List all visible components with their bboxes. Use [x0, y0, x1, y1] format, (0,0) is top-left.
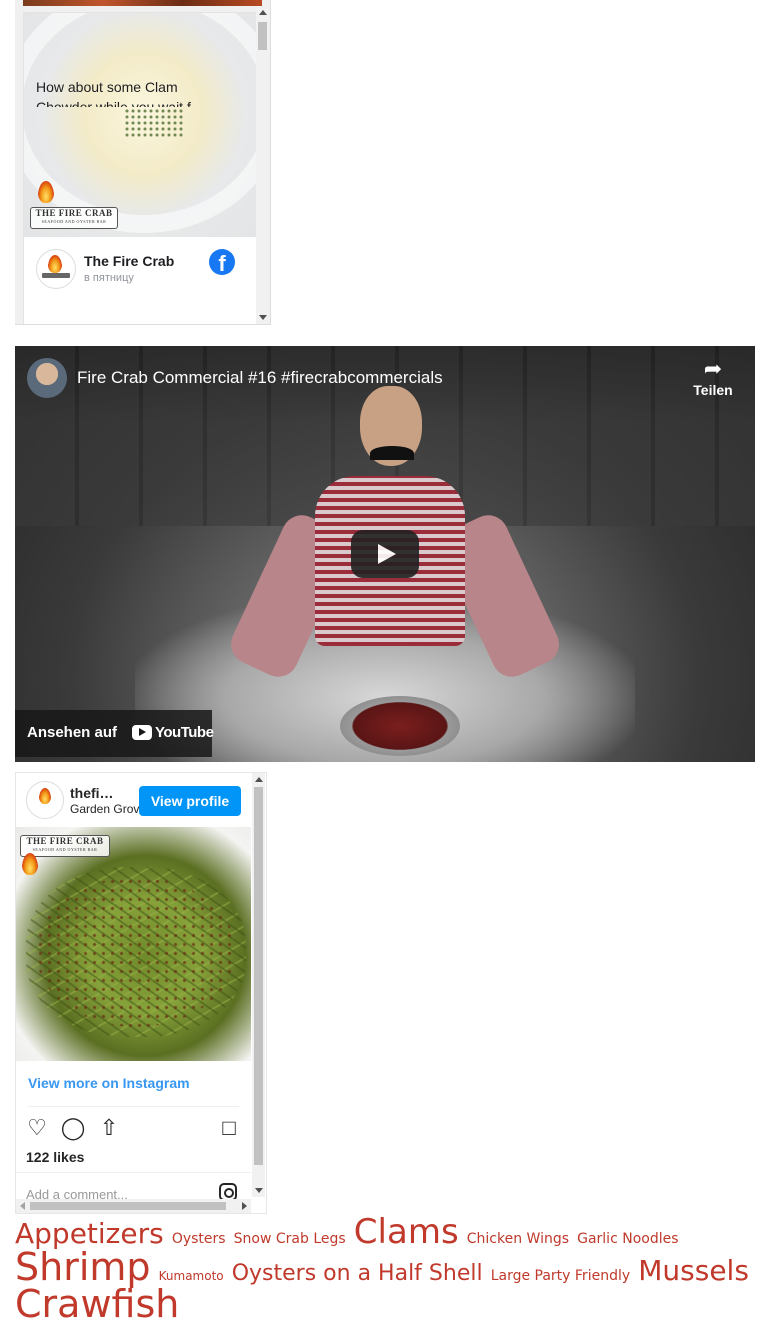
watch-label: Ansehen auf	[27, 724, 118, 741]
tag-link[interactable]: Oysters on a Half Shell	[232, 1261, 483, 1286]
post-time[interactable]: в пятницу	[84, 272, 134, 284]
facebook-embed: THE FIRE CRAB SEAFOOD AND OYSTER BAR The…	[15, 0, 271, 325]
username[interactable]: thefi…	[70, 785, 114, 801]
likes-count[interactable]: 122 likes	[26, 1149, 84, 1165]
play-icon[interactable]	[351, 530, 419, 578]
instagram-header: thefi… Garden Grov View profile	[16, 773, 251, 827]
tag-link[interactable]: Oysters	[172, 1231, 226, 1247]
facebook-icon[interactable]: f	[209, 249, 235, 275]
comment-icon[interactable]: ◯	[60, 1115, 86, 1141]
channel-avatar[interactable]	[27, 358, 67, 398]
bookmark-icon[interactable]: □	[216, 1115, 242, 1141]
tag-link[interactable]: Crawfish	[15, 1282, 179, 1326]
view-more-link[interactable]: View more on Instagram	[28, 1075, 190, 1091]
post-text-line1: How about some Clam	[36, 79, 178, 95]
page-avatar[interactable]	[36, 249, 76, 289]
tag-link[interactable]: Clams	[354, 1212, 459, 1252]
divider	[28, 1106, 239, 1107]
page-name[interactable]: The Fire Crab	[84, 253, 174, 269]
flame-logo-icon	[48, 255, 62, 273]
scroll-right-arrow-icon[interactable]	[242, 1202, 247, 1210]
tag-cloud: Appetizers Oysters Snow Crab Legs Clams …	[15, 1215, 760, 1326]
youtube-icon	[132, 725, 152, 740]
mustache	[370, 446, 414, 460]
heart-icon[interactable]: ♡	[24, 1115, 50, 1141]
watch-on-youtube-button[interactable]: Ansehen auf YouTube	[15, 710, 214, 757]
view-profile-button[interactable]: View profile	[139, 786, 241, 816]
herb-garnish	[124, 108, 184, 138]
share-icon[interactable]: ⇧	[96, 1115, 122, 1141]
flame-logo-icon	[39, 788, 51, 804]
badge-title: THE FIRE CRAB	[26, 836, 104, 846]
facebook-scrollbar[interactable]	[256, 6, 269, 324]
scroll-down-arrow-icon[interactable]	[255, 1188, 263, 1193]
tag-link[interactable]: Large Party Friendly	[491, 1268, 630, 1284]
fire-crab-badge: THE FIRE CRAB SEAFOOD AND OYSTER BAR	[30, 207, 118, 229]
scroll-down-arrow-icon[interactable]	[259, 315, 267, 320]
flame-logo-icon	[38, 181, 54, 203]
instagram-scrollbar-horizontal[interactable]	[16, 1199, 251, 1213]
instagram-embed: thefi… Garden Grov View profile THE FIRE…	[15, 772, 267, 1214]
share-button[interactable]: ➦ Teilen	[683, 356, 743, 406]
crawfish-plate	[340, 696, 460, 756]
profile-avatar[interactable]	[26, 781, 64, 819]
youtube-video-embed[interactable]: Fire Crab Commercial #16 #firecrabcommer…	[15, 346, 755, 762]
badge-subtitle: SEAFOOD AND OYSTER BAR	[41, 219, 107, 224]
badge-subtitle: SEAFOOD AND OYSTER BAR	[32, 847, 98, 852]
post-photo-clam-chowder[interactable]: THE FIRE CRAB SEAFOOD AND OYSTER BAR	[24, 13, 263, 237]
tag-link[interactable]: Snow Crab Legs	[234, 1231, 346, 1247]
post-text: How about some Clam Chowder while you wa…	[36, 77, 206, 107]
youtube-wordmark: YouTube	[155, 724, 214, 741]
share-label: Teilen	[693, 382, 733, 398]
scroll-left-arrow-icon[interactable]	[20, 1202, 25, 1210]
instagram-scrollbar-vertical[interactable]	[252, 773, 265, 1197]
post-header: The Fire Crab в пятницу f	[24, 237, 263, 307]
location[interactable]: Garden Grov	[70, 802, 139, 816]
scroll-thumb[interactable]	[254, 787, 263, 1165]
flame-logo-icon	[22, 853, 38, 875]
tag-link[interactable]: Chicken Wings	[467, 1231, 569, 1247]
previous-post-image	[23, 0, 262, 6]
share-icon: ➦	[703, 356, 723, 381]
chili-garlic-topping	[36, 877, 236, 1027]
post-photo-edamame[interactable]: THE FIRE CRAB SEAFOOD AND OYSTER BAR	[16, 827, 251, 1061]
mini-logo-text	[42, 273, 70, 278]
badge-title: THE FIRE CRAB	[35, 208, 113, 218]
post-text-line2: Chowder while you wait f	[36, 99, 191, 107]
tag-link[interactable]: Mussels	[638, 1254, 749, 1287]
video-title[interactable]: Fire Crab Commercial #16 #firecrabcommer…	[77, 368, 443, 388]
divider	[16, 1172, 251, 1173]
scroll-up-arrow-icon[interactable]	[259, 10, 267, 15]
scroll-thumb[interactable]	[258, 22, 267, 50]
facebook-post[interactable]: THE FIRE CRAB SEAFOOD AND OYSTER BAR The…	[23, 12, 264, 324]
tag-link[interactable]: Garlic Noodles	[577, 1231, 678, 1247]
scroll-up-arrow-icon[interactable]	[255, 777, 263, 782]
action-bar: ♡ ◯ ⇧ □	[16, 1111, 251, 1145]
scroll-thumb[interactable]	[30, 1202, 226, 1210]
tag-link[interactable]: Kumamoto	[159, 1269, 224, 1283]
